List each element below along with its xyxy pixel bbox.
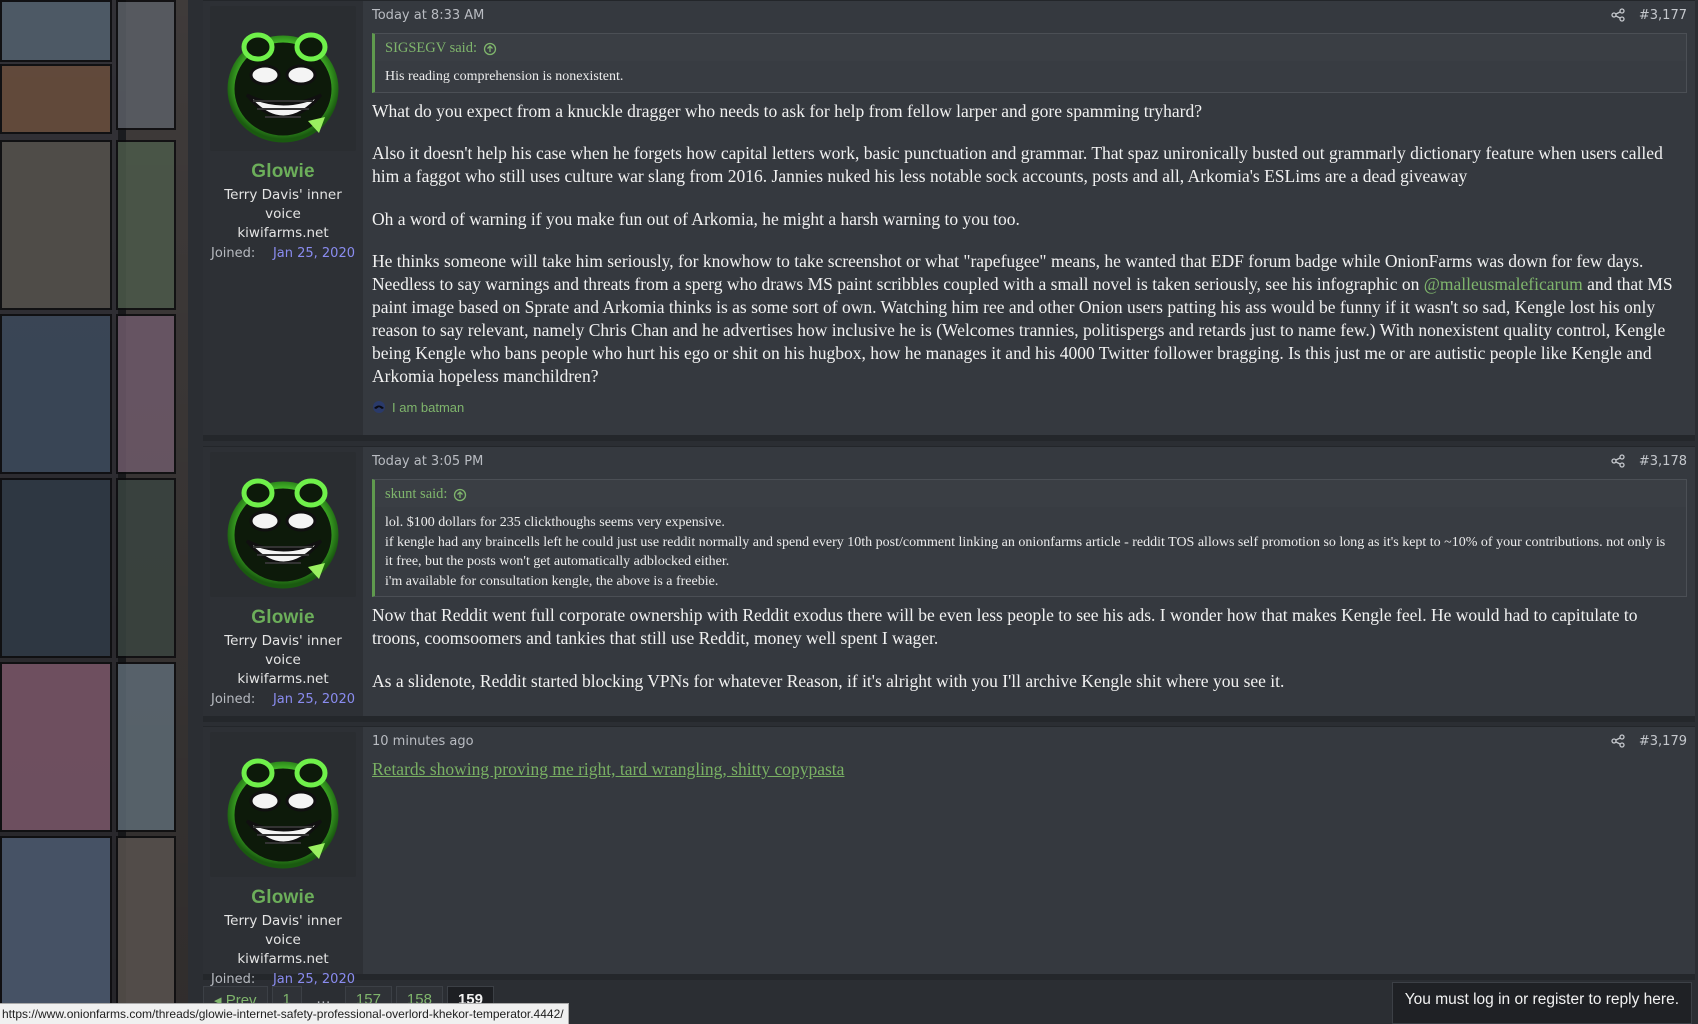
reaction-label: I am batman: [392, 399, 465, 415]
post-time[interactable]: 10 minutes ago: [372, 734, 474, 749]
avatar-glowing-troll-face: [213, 454, 353, 595]
post-body: What do you expect from a knuckle dragge…: [372, 100, 1687, 389]
user-site: kiwifarms.net: [237, 671, 329, 687]
post-paragraph: Also it doesn't help his case when he fo…: [372, 143, 1663, 186]
quote-body: His reading comprehension is nonexistent…: [375, 61, 1686, 92]
avatar[interactable]: [210, 6, 356, 151]
batman-reaction-icon: [373, 401, 385, 413]
post-3178: Glowie Terry Davis' inner voice kiwifarm…: [203, 446, 1695, 722]
joined-info: Joined: Jan 25, 2020: [210, 972, 356, 987]
quote-author-label: skunt said:: [385, 486, 448, 502]
reaction-bar[interactable]: I am batman: [372, 400, 1687, 415]
quote-body: lol. $100 dollars for 235 clickthoughs s…: [375, 507, 1686, 596]
quote-line: lol. $100 dollars for 235 clickthoughs s…: [385, 515, 725, 530]
user-site: kiwifarms.net: [237, 951, 329, 967]
joined-label: Joined:: [211, 246, 256, 261]
quote-line: if kengle had any braincells left he cou…: [385, 534, 1666, 570]
quote-line: i'm available for consultation kengle, t…: [385, 573, 719, 589]
user-title: Terry Davis' inner voice: [224, 633, 342, 668]
joined-info: Joined: Jan 25, 2020: [210, 246, 356, 261]
browser-status-url: https://www.onionfarms.com/threads/glowi…: [0, 1003, 569, 1024]
user-site: kiwifarms.net: [237, 225, 329, 241]
username[interactable]: Glowie: [210, 607, 356, 629]
user-mention[interactable]: @malleusmaleficarum: [1424, 274, 1583, 294]
login-notice[interactable]: You must log in or register to reply her…: [1391, 982, 1692, 1024]
share-icon[interactable]: [1611, 8, 1625, 22]
thread-link[interactable]: Retards showing proving me right, tard w…: [372, 759, 844, 780]
quote-block: SIGSEGV said: His reading comprehension …: [372, 33, 1687, 93]
joined-label: Joined:: [211, 972, 256, 987]
joined-date[interactable]: Jan 25, 2020: [273, 246, 355, 261]
post-number[interactable]: #3,177: [1639, 8, 1687, 23]
arrow-up-circle-icon[interactable]: [453, 488, 467, 502]
post-main: 10 minutes ago #3,179 Retards showing pr…: [363, 727, 1695, 974]
arrow-up-circle-icon[interactable]: [483, 42, 497, 56]
quote-line: His reading comprehension is nonexistent…: [385, 69, 624, 84]
post-time[interactable]: Today at 8:33 AM: [372, 8, 484, 23]
avatar[interactable]: [210, 452, 356, 597]
post-paragraph: He thinks someone will take him seriousl…: [372, 250, 1687, 388]
background-comic-strip: [0, 0, 188, 1024]
post-number[interactable]: #3,179: [1639, 734, 1687, 749]
avatar-glowing-troll-face: [213, 734, 353, 875]
post-paragraph: What do you expect from a knuckle dragge…: [372, 100, 1202, 121]
post-time[interactable]: Today at 3:05 PM: [372, 454, 483, 469]
joined-label: Joined:: [211, 692, 256, 707]
post-header: 10 minutes ago #3,179: [372, 733, 1687, 749]
share-icon[interactable]: [1611, 454, 1625, 468]
post-main: Today at 8:33 AM #3,177 SIGSEGV said: Hi…: [363, 1, 1695, 435]
share-icon[interactable]: [1611, 734, 1625, 748]
joined-info: Joined: Jan 25, 2020: [210, 692, 356, 707]
quote-author[interactable]: SIGSEGV said:: [375, 34, 1686, 61]
avatar-glowing-troll-face: [213, 8, 353, 149]
user-title: Terry Davis' inner voice: [224, 913, 342, 948]
post-user-panel: Glowie Terry Davis' inner voice kiwifarm…: [203, 727, 363, 987]
post-user-panel: Glowie Terry Davis' inner voice kiwifarm…: [203, 1, 363, 435]
username[interactable]: Glowie: [210, 887, 356, 909]
quote-author-label: SIGSEGV said:: [385, 40, 477, 56]
post-paragraph: As a slidenote, Reddit started blocking …: [372, 670, 1285, 691]
post-3177: Glowie Terry Davis' inner voice kiwifarm…: [203, 0, 1695, 441]
thread-content: Glowie Terry Davis' inner voice kiwifarm…: [203, 0, 1695, 1024]
post-header: Today at 8:33 AM #3,177: [372, 7, 1687, 23]
username[interactable]: Glowie: [210, 161, 356, 183]
post-main: Today at 3:05 PM #3,178 skunt said: lol.…: [363, 447, 1695, 716]
post-3179: Glowie Terry Davis' inner voice kiwifarm…: [203, 726, 1695, 987]
quote-block: skunt said: lol. $100 dollars for 235 cl…: [372, 479, 1687, 597]
joined-date[interactable]: Jan 25, 2020: [273, 692, 355, 707]
post-user-panel: Glowie Terry Davis' inner voice kiwifarm…: [203, 447, 363, 716]
post-header: Today at 3:05 PM #3,178: [372, 453, 1687, 469]
user-title: Terry Davis' inner voice: [224, 187, 342, 222]
post-number[interactable]: #3,178: [1639, 454, 1687, 469]
post-body: Now that Reddit went full corporate owne…: [372, 604, 1687, 693]
post-paragraph: Oh a word of warning if you make fun out…: [372, 208, 1020, 229]
post-paragraph: Now that Reddit went full corporate owne…: [372, 605, 1638, 648]
quote-author[interactable]: skunt said:: [375, 480, 1686, 507]
joined-date[interactable]: Jan 25, 2020: [273, 972, 355, 987]
avatar[interactable]: [210, 732, 356, 877]
